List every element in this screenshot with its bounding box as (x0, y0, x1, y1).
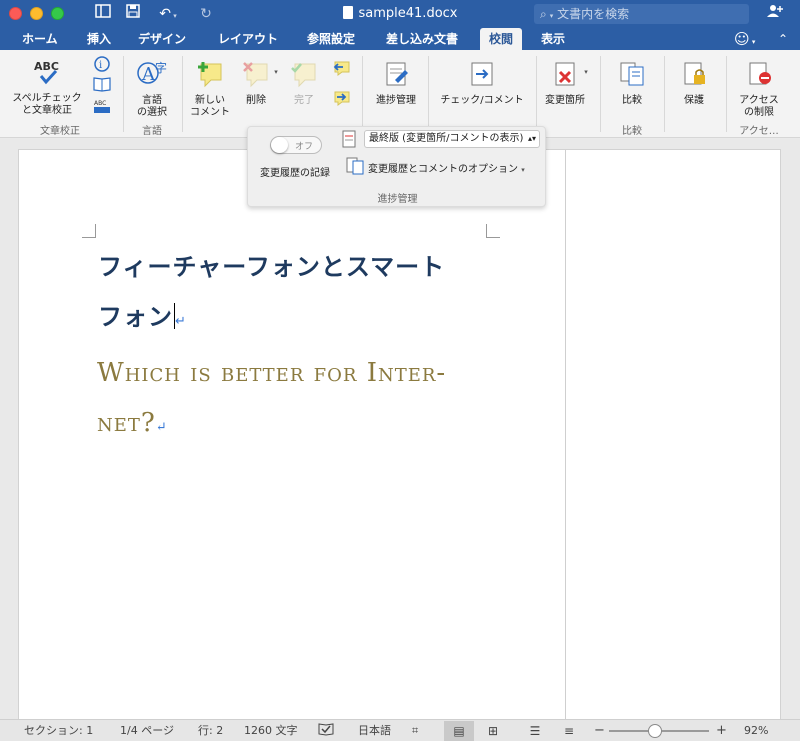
tab-mailings[interactable]: 差し込み文書 (386, 28, 458, 50)
track-changes-icon (368, 60, 424, 92)
margin-corner-top-left (82, 224, 96, 238)
focus-mode-icon[interactable]: ⌗ (412, 720, 428, 741)
minimize-window-button[interactable] (30, 7, 43, 20)
check-comment-icon (434, 60, 530, 92)
display-for-review-select[interactable]: 最終版 (変更箇所/コメントの表示) ▴▾ (364, 130, 540, 148)
add-user-icon[interactable] (764, 4, 786, 24)
draft-view-icon[interactable]: ≡ (554, 721, 584, 741)
close-window-button[interactable] (9, 7, 22, 20)
tab-home[interactable]: ホーム (22, 28, 58, 50)
paragraph-mark-icon: ↵ (155, 420, 168, 435)
zoom-out-button[interactable]: − (594, 720, 605, 741)
tab-review[interactable]: 校閲 (480, 28, 523, 50)
ribbon-tabs: ホーム 挿入 デザイン レイアウト 参照設定 差し込み文書 校閲 表示 ☺ ▾ … (0, 28, 800, 50)
tab-insert[interactable]: 挿入 (87, 28, 111, 50)
proofing-status-icon[interactable] (318, 720, 336, 741)
restrict-access-icon (730, 60, 788, 92)
status-bar: セクション: 1 1/4 ページ 行: 2 1260 文字 日本語 ⌗ ▤ ⊞ … (0, 719, 800, 741)
save-icon[interactable] (123, 4, 143, 24)
search-input[interactable]: ⌕ ▾ 文書内を検索 (534, 4, 749, 24)
web-layout-view-icon[interactable]: ⊞ (478, 721, 508, 741)
delete-comment-button[interactable]: 削除 (236, 60, 276, 107)
resolve-comment-icon (284, 60, 324, 92)
title-bar: ↶ ▾ ↻ sample41.docx ⌕ ▾ 文書内を検索 (0, 0, 800, 28)
resolve-comment-button[interactable]: 完了 (284, 60, 324, 107)
tab-view[interactable]: 表示 (541, 28, 565, 50)
new-comment-button[interactable]: 新しい コメント (186, 60, 234, 119)
language-button[interactable]: A字 言語 の選択 (128, 58, 176, 119)
compare-icon (606, 60, 658, 92)
display-markup-icon (342, 130, 356, 152)
undo-icon[interactable]: ↶ ▾ (153, 4, 183, 24)
zoom-level[interactable]: 92% (744, 720, 768, 741)
heading-line-2: フォン (98, 303, 173, 331)
ribbon: ABC スペルチェック と文章校正 i ABC 文章校正 A字 言語 の選択 言… (0, 50, 800, 138)
margin-corner-top-right (486, 224, 500, 238)
define-icon[interactable]: i (92, 56, 112, 76)
group-label-language: 言語 (142, 126, 162, 137)
subtitle-line-1: Which is better for Inter- (97, 358, 447, 388)
group-label-tracking: 進捗管理 (377, 194, 418, 205)
word-count-icon[interactable]: ABC (92, 98, 112, 118)
tab-references[interactable]: 参照設定 (307, 28, 355, 50)
document-area: フィーチャーフォンとスマート フォン ↵ Which is better for … (0, 139, 800, 720)
check-comment-button[interactable]: チェック/コメント (434, 60, 530, 107)
track-options-icon (346, 157, 364, 179)
collapse-ribbon-icon[interactable]: ⌃ (778, 28, 788, 50)
track-changes-record-label: 変更履歴の記録 (260, 168, 330, 179)
spellcheck-icon: ABC (6, 58, 88, 90)
changes-dropdown-arrow[interactable]: ▾ (582, 66, 590, 78)
paragraph-mark-icon: ↵ (175, 314, 187, 329)
print-layout-view-icon[interactable]: ▤ (444, 721, 474, 741)
group-label-access: アクセ… (739, 126, 779, 137)
new-comment-icon (186, 60, 234, 92)
track-changes-toggle[interactable]: オフ (270, 136, 322, 154)
restrict-access-button[interactable]: アクセス の制限 (730, 60, 788, 119)
document-heading[interactable]: フィーチャーフォンとスマート フォン ↵ (98, 242, 498, 347)
svg-text:字: 字 (155, 60, 167, 75)
status-language[interactable]: 日本語 (358, 720, 391, 741)
delete-dropdown-arrow[interactable]: ▾ (272, 66, 280, 78)
redo-icon[interactable]: ↻ (196, 4, 216, 24)
group-label-proofing: 文章校正 (40, 126, 80, 137)
maximize-window-button[interactable] (51, 7, 64, 20)
feedback-smiley-icon[interactable]: ☺ ▾ (734, 28, 755, 50)
status-page[interactable]: 1/4 ページ (120, 720, 174, 741)
track-changes-panel: オフ 変更履歴の記録 最終版 (変更箇所/コメントの表示) ▴▾ 変更履歴とコメ… (247, 126, 546, 207)
heading-line-1: フィーチャーフォンとスマート (98, 253, 446, 281)
compare-button[interactable]: 比較 (606, 60, 658, 107)
document-icon (342, 6, 353, 19)
tab-layout[interactable]: レイアウト (218, 28, 278, 50)
next-comment-icon[interactable] (328, 90, 354, 110)
subtitle-line-2: net? (97, 408, 156, 438)
tab-design[interactable]: デザイン (138, 28, 186, 50)
outline-view-icon[interactable]: ☰ (520, 721, 550, 741)
track-options-button[interactable]: 変更履歴とコメントのオプション ▾ (368, 160, 525, 175)
spellcheck-button[interactable]: ABC スペルチェック と文章校正 (6, 58, 88, 117)
svg-text:i: i (99, 60, 102, 71)
status-word-count[interactable]: 1260 文字 (244, 720, 298, 741)
track-changes-button[interactable]: 進捗管理 (368, 60, 424, 107)
protect-lock-icon (668, 60, 720, 92)
window-title: sample41.docx (358, 6, 458, 21)
search-placeholder: 文書内を検索 (557, 7, 630, 21)
document-subtitle[interactable]: Which is better for Inter- net?↵ (97, 348, 497, 453)
protect-button[interactable]: 保護 (668, 60, 720, 107)
document-page[interactable]: フィーチャーフォンとスマート フォン ↵ Which is better for … (18, 149, 781, 720)
sidebar-toggle-icon[interactable] (93, 4, 113, 24)
zoom-in-button[interactable]: + (716, 720, 727, 741)
previous-comment-icon[interactable] (328, 60, 354, 80)
status-line[interactable]: 行: 2 (198, 720, 223, 741)
status-section[interactable]: セクション: 1 (24, 720, 93, 741)
delete-comment-icon (236, 60, 276, 92)
svg-text:A: A (141, 64, 156, 85)
search-icon: ⌕ (540, 7, 547, 21)
zoom-slider-thumb[interactable] (648, 724, 662, 738)
group-label-compare: 比較 (622, 126, 642, 137)
svg-text:ABC: ABC (94, 100, 106, 107)
language-icon: A字 (128, 58, 176, 92)
select-arrow-icon: ▴▾ (527, 134, 536, 143)
thesaurus-icon[interactable] (92, 76, 112, 96)
